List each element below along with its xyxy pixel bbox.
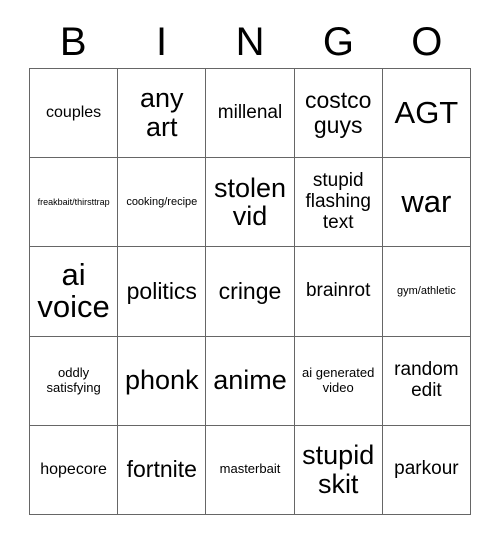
bingo-cell[interactable]: ai voice [30,247,119,337]
bingo-cell-label: couples [46,104,102,122]
bingo-header-letter-g: G [322,20,354,64]
bingo-cell-label: any art [140,83,184,143]
bingo-cell[interactable]: war [382,158,471,248]
bingo-cell-label: cooking/recipe [126,195,198,208]
bingo-cell-label: millenal [217,101,283,123]
bingo-header-letter-i: I [156,20,168,64]
bingo-cell[interactable]: random edit [382,336,471,426]
bingo-cell-label: war [401,184,452,220]
bingo-cell[interactable]: couples [30,69,119,159]
bingo-cell[interactable]: parkour [382,425,471,515]
bingo-card: B I N G O couples any art millenal costco g… [0,0,500,544]
bingo-cell-label: oddly satisfying [46,364,101,395]
bingo-cell-label: AGT [394,94,459,130]
bingo-cell[interactable]: politics [118,247,207,337]
bingo-cell-label: ai voice [37,257,110,325]
bingo-cell[interactable]: freakbait/thirsttrap [30,158,119,248]
bingo-cell-label: stupid skit [302,440,375,499]
bingo-cell-label: cringe [218,278,282,305]
bingo-cell[interactable]: masterbait [206,425,295,515]
bingo-cell-label: stupid flashing text [305,169,371,233]
bingo-cell-label: parkour [394,458,459,480]
bingo-cell-label: phonk [125,365,199,396]
bingo-cell-label: random edit [394,358,459,401]
bingo-cell[interactable]: hopecore [30,425,119,515]
bingo-cell[interactable]: fortnite [118,425,207,515]
bingo-cell[interactable]: phonk [118,336,207,426]
bingo-cell[interactable]: anime [206,336,295,426]
bingo-cell[interactable]: costco guys [294,69,383,159]
bingo-cell[interactable]: ai generated video [294,336,383,426]
bingo-cell-label: masterbait [219,461,281,477]
bingo-cell[interactable]: cooking/recipe [118,158,207,248]
bingo-cell-label: fortnite [126,456,197,483]
bingo-header-row: B I N G O [29,16,471,68]
bingo-cell-label: brainrot [305,280,371,302]
bingo-cell[interactable]: millenal [206,69,295,159]
bingo-cell-label: costco guys [304,87,372,139]
bingo-header-letter-n: N [235,20,265,64]
bingo-cell[interactable]: gym/athletic [382,247,471,337]
bingo-cell[interactable]: oddly satisfying [30,336,119,426]
bingo-cell[interactable]: AGT [382,69,471,159]
bingo-cell-label: anime [213,365,287,396]
bingo-cell[interactable]: stupid skit [294,425,383,515]
bingo-cell[interactable]: stupid flashing text [294,158,383,248]
bingo-cell-label: gym/athletic [397,285,456,298]
bingo-cell-label: freakbait/thirsttrap [37,197,110,208]
bingo-cell[interactable]: cringe [206,247,295,337]
bingo-grid: couples any art millenal costco guys AGT frea… [29,68,471,515]
bingo-header-letter-b: B [59,20,87,64]
bingo-cell-label: hopecore [40,460,107,478]
bingo-cell[interactable]: brainrot [294,247,383,337]
bingo-cell-label: ai generated video [302,364,375,395]
bingo-cell[interactable]: stolen vid [206,158,295,248]
bingo-cell[interactable]: any art [118,69,207,159]
bingo-cell-label: stolen vid [213,172,287,232]
bingo-cell-label: politics [126,278,197,305]
bingo-header-letter-o: O [411,20,443,64]
